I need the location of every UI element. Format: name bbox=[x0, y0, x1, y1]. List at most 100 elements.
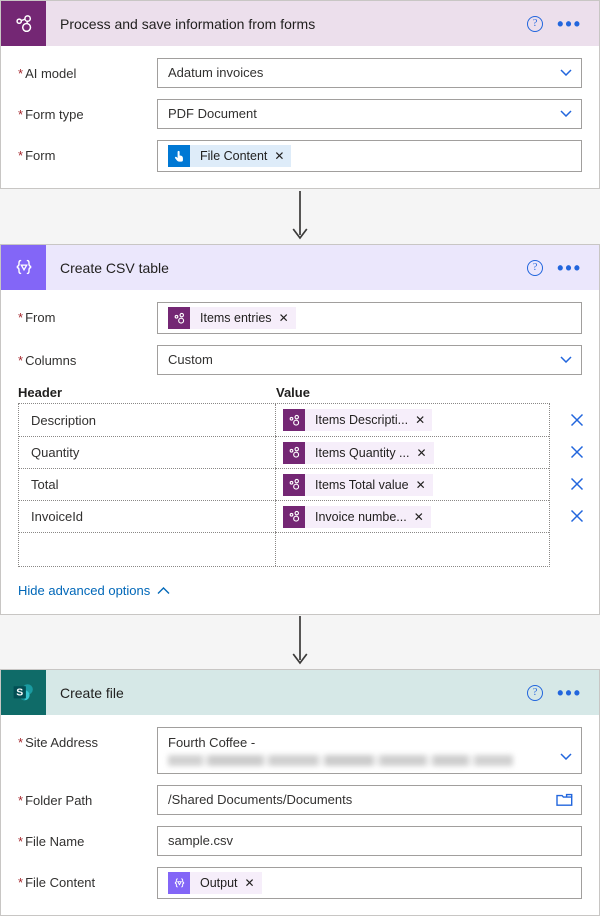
columns-table: Header Value Description bbox=[18, 385, 582, 567]
form-type-dropdown[interactable]: PDF Document bbox=[157, 99, 582, 129]
file-content-token-input[interactable]: Output ✕ bbox=[157, 867, 582, 899]
header-cell-input[interactable]: Total bbox=[19, 468, 276, 500]
connector-arrow-1 bbox=[0, 189, 600, 244]
required-indicator: * bbox=[18, 66, 23, 81]
card-header[interactable]: Create CSV table ? ••• bbox=[1, 245, 599, 290]
dynamic-content-token[interactable]: File Content ✕ bbox=[168, 145, 291, 167]
field-site-address: *Site Address Fourth Coffee - bbox=[18, 727, 582, 774]
hide-advanced-options-link[interactable]: Hide advanced options bbox=[18, 583, 170, 598]
help-icon[interactable]: ? bbox=[527, 16, 543, 32]
table-header-row: Header Value bbox=[18, 385, 550, 400]
field-label: *File Content bbox=[18, 867, 157, 890]
token-label: Items Descripti... bbox=[305, 413, 413, 427]
value-cell-input[interactable]: Invoice numbe... ✕ bbox=[276, 500, 549, 532]
card-title: Process and save information from forms bbox=[46, 16, 527, 32]
folder-path-input[interactable]: /Shared Documents/Documents bbox=[157, 785, 582, 815]
field-label: *From bbox=[18, 302, 157, 325]
delete-row-icon[interactable] bbox=[569, 412, 585, 428]
value-cell-input[interactable]: Items Total value ✕ bbox=[276, 468, 549, 500]
required-indicator: * bbox=[18, 875, 23, 890]
header-cell-input[interactable]: Description bbox=[19, 404, 276, 436]
flow-designer-canvas: Process and save information from forms … bbox=[0, 0, 600, 916]
chevron-down-icon[interactable] bbox=[560, 753, 572, 760]
header-cell-input[interactable]: InvoiceId bbox=[19, 500, 276, 532]
table-row[interactable]: Total bbox=[19, 468, 549, 500]
action-card-create-csv-table[interactable]: Create CSV table ? ••• *From bbox=[0, 244, 600, 615]
card-title: Create file bbox=[46, 685, 527, 701]
table-row[interactable]: Quantity bbox=[19, 436, 549, 468]
remove-token-icon[interactable]: ✕ bbox=[243, 872, 262, 894]
site-address-dropdown[interactable]: Fourth Coffee - bbox=[157, 727, 582, 774]
label-text: Form type bbox=[25, 107, 84, 122]
chevron-down-icon[interactable] bbox=[560, 356, 572, 363]
token-label: Items entries bbox=[190, 311, 277, 325]
sharepoint-icon: S bbox=[1, 670, 46, 715]
dynamic-content-token[interactable]: Items Quantity ... ✕ bbox=[283, 442, 434, 464]
delete-row-icon[interactable] bbox=[569, 476, 585, 492]
card-header-actions: ? ••• bbox=[527, 685, 599, 701]
dynamic-content-token[interactable]: Items entries ✕ bbox=[168, 307, 296, 329]
field-value: sample.csv bbox=[168, 827, 233, 855]
more-options-icon[interactable]: ••• bbox=[557, 689, 582, 697]
from-token-input[interactable]: Items entries ✕ bbox=[157, 302, 582, 334]
help-icon[interactable]: ? bbox=[527, 685, 543, 701]
advanced-options-label: Hide advanced options bbox=[18, 583, 150, 598]
remove-token-icon[interactable]: ✕ bbox=[412, 506, 431, 528]
file-name-input[interactable]: sample.csv bbox=[157, 826, 582, 856]
dynamic-content-token[interactable]: Items Descripti... ✕ bbox=[283, 409, 432, 431]
ai-model-dropdown[interactable]: Adatum invoices bbox=[157, 58, 582, 88]
field-label: *File Name bbox=[18, 826, 157, 849]
card-body: *From Items entries ✕ bbox=[1, 290, 599, 614]
column-header-header: Header bbox=[18, 385, 276, 400]
down-arrow-icon bbox=[290, 191, 310, 243]
down-arrow-icon bbox=[290, 616, 310, 668]
remove-token-icon[interactable]: ✕ bbox=[414, 474, 433, 496]
field-folder-path: *Folder Path /Shared Documents/Documents bbox=[18, 785, 582, 815]
delete-row-icon[interactable] bbox=[569, 508, 585, 524]
header-cell-input[interactable]: Quantity bbox=[19, 436, 276, 468]
header-cell-input[interactable] bbox=[19, 532, 276, 566]
value-cell-input[interactable] bbox=[276, 532, 549, 566]
token-label: Items Total value bbox=[305, 478, 414, 492]
field-label: *AI model bbox=[18, 58, 157, 81]
remove-token-icon[interactable]: ✕ bbox=[414, 442, 433, 464]
dynamic-content-token[interactable]: Items Total value ✕ bbox=[283, 474, 433, 496]
remove-token-icon[interactable]: ✕ bbox=[272, 145, 291, 167]
chevron-down-icon[interactable] bbox=[560, 69, 572, 76]
remove-token-icon[interactable]: ✕ bbox=[413, 409, 432, 431]
dynamic-content-token[interactable]: Invoice numbe... ✕ bbox=[283, 506, 431, 528]
columns-dropdown[interactable]: Custom bbox=[157, 345, 582, 375]
ai-builder-icon bbox=[283, 442, 305, 464]
action-card-process-forms[interactable]: Process and save information from forms … bbox=[0, 0, 600, 189]
chevron-down-icon[interactable] bbox=[560, 110, 572, 117]
table-row[interactable]: Description bbox=[19, 404, 549, 436]
more-options-icon[interactable]: ••• bbox=[557, 264, 582, 272]
form-token-input[interactable]: File Content ✕ bbox=[157, 140, 582, 172]
more-options-icon[interactable]: ••• bbox=[557, 20, 582, 28]
action-card-create-file[interactable]: S Create file ? ••• *Site Address Fourth… bbox=[0, 669, 600, 916]
field-label: *Folder Path bbox=[18, 785, 157, 808]
field-value: Adatum invoices bbox=[168, 59, 263, 87]
ai-builder-icon bbox=[283, 506, 305, 528]
card-title: Create CSV table bbox=[46, 260, 527, 276]
dynamic-content-token[interactable]: Output ✕ bbox=[168, 872, 262, 894]
required-indicator: * bbox=[18, 107, 23, 122]
label-text: File Content bbox=[25, 875, 95, 890]
connector-arrow-2 bbox=[0, 615, 600, 669]
card-header[interactable]: Process and save information from forms … bbox=[1, 1, 599, 46]
card-body: *AI model Adatum invoices *Form type PDF… bbox=[1, 46, 599, 188]
table-row[interactable]: InvoiceId bbox=[19, 500, 549, 532]
delete-row-icon[interactable] bbox=[569, 444, 585, 460]
chevron-up-icon bbox=[157, 583, 170, 598]
card-header[interactable]: S Create file ? ••• bbox=[1, 670, 599, 715]
value-cell-input[interactable]: Items Quantity ... ✕ bbox=[276, 436, 549, 468]
table-body: Description bbox=[18, 403, 550, 567]
table-row[interactable] bbox=[19, 532, 549, 566]
folder-picker-icon[interactable] bbox=[556, 792, 573, 808]
help-icon[interactable]: ? bbox=[527, 260, 543, 276]
value-cell-input[interactable]: Items Descripti... ✕ bbox=[276, 404, 549, 436]
label-text: Folder Path bbox=[25, 793, 92, 808]
column-header-value: Value bbox=[276, 385, 550, 400]
field-file-content: *File Content Output ✕ bbox=[18, 867, 582, 899]
remove-token-icon[interactable]: ✕ bbox=[277, 307, 296, 329]
